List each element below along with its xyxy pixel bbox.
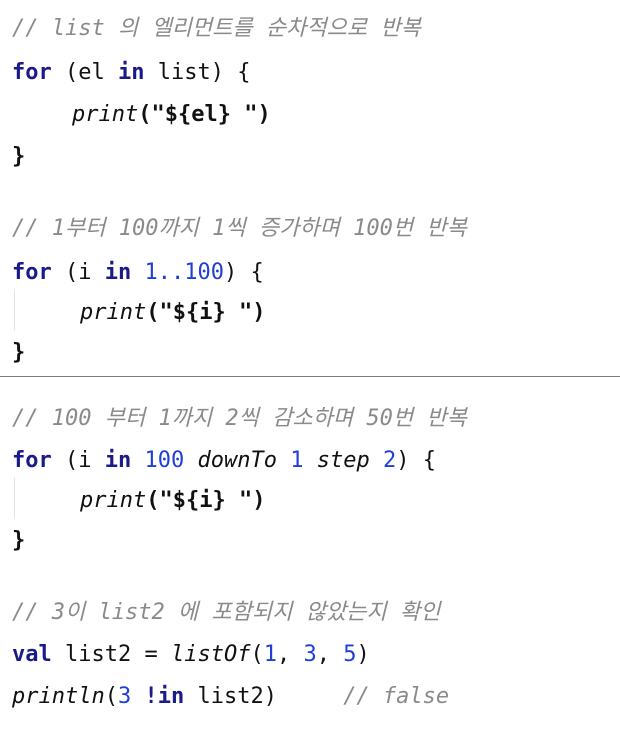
print-arg-open: (" bbox=[146, 488, 173, 513]
print-arg-open: (" bbox=[138, 102, 165, 127]
keyword-for: for bbox=[12, 448, 52, 473]
list-value-1: 1 bbox=[263, 642, 277, 667]
loop-rest: ) { bbox=[396, 448, 436, 473]
list-open: ( bbox=[250, 642, 264, 667]
keyword-val: val bbox=[12, 642, 52, 667]
comment-block2: // 1부터 100까지 1씩 증가하며 100번 반복 bbox=[12, 216, 467, 241]
print-function: print bbox=[80, 300, 147, 325]
not-in-operator: !in bbox=[144, 684, 185, 709]
for-loop-line-2: for (i in 1..100) { bbox=[12, 258, 264, 288]
println-function: println bbox=[12, 684, 105, 709]
for-loop-line-3: for (i in 100 downTo 1 step 2) { bbox=[12, 446, 436, 476]
template-expression: ${i} bbox=[172, 300, 226, 325]
loop-rest: ) { bbox=[223, 260, 264, 285]
paren-var: (i bbox=[65, 448, 92, 473]
print-line-1: print("${el} ") bbox=[72, 100, 271, 130]
list-sep-1: , bbox=[276, 642, 304, 667]
list-of-function: listOf bbox=[170, 642, 251, 667]
keyword-in: in bbox=[104, 448, 132, 473]
print-line-2: print("${i} ") bbox=[80, 298, 265, 328]
comment-block3: // 100 부터 1까지 2씩 감소하며 50번 반복 bbox=[12, 406, 467, 431]
println-open: ( bbox=[104, 684, 118, 709]
template-expression: ${el} bbox=[164, 102, 231, 127]
keyword-for: for bbox=[12, 260, 52, 285]
keyword-in: in bbox=[118, 60, 145, 85]
paren-var: (el bbox=[65, 60, 105, 85]
paren-var: (i bbox=[65, 260, 92, 285]
print-arg-close: ") bbox=[230, 102, 271, 127]
print-arg-open: (" bbox=[146, 300, 173, 325]
println-line: println(3 !in list2) // false bbox=[12, 682, 449, 712]
template-expression: ${i} bbox=[172, 488, 226, 513]
range-expression: 1..100 bbox=[144, 260, 224, 285]
section-divider bbox=[0, 376, 620, 377]
print-function: print bbox=[80, 488, 147, 513]
keyword-in: in bbox=[104, 260, 132, 285]
down-to-operator: downTo bbox=[197, 448, 277, 473]
indent-guide bbox=[14, 290, 15, 330]
code-screenshot: // list 의 엘리먼트를 순차적으로 반복 for (el in list… bbox=[0, 0, 620, 738]
step-value: 2 bbox=[382, 448, 397, 473]
comment-block4: // 3이 list2 에 포함되지 않았는지 확인 bbox=[12, 600, 441, 625]
list-value-3: 5 bbox=[343, 642, 357, 667]
range-start: 100 bbox=[144, 448, 185, 473]
print-arg-close: ") bbox=[225, 488, 266, 513]
loop-target: list) { bbox=[157, 60, 251, 85]
close-brace-1: } bbox=[12, 144, 26, 169]
println-rest: list2) bbox=[197, 684, 277, 709]
range-end: 1 bbox=[290, 448, 304, 473]
print-function: print bbox=[72, 102, 139, 127]
trailing-comment: // false bbox=[343, 684, 450, 709]
close-brace-3: } bbox=[12, 528, 26, 553]
comment-block1: // list 의 엘리먼트를 순차적으로 반복 bbox=[12, 16, 421, 41]
println-value: 3 bbox=[117, 684, 132, 709]
declaration: list2 = bbox=[65, 642, 158, 667]
list-close: ) bbox=[356, 642, 370, 667]
print-arg-close: ") bbox=[225, 300, 266, 325]
close-brace-2: } bbox=[12, 340, 26, 365]
keyword-for: for bbox=[12, 60, 52, 85]
list-value-2: 3 bbox=[303, 642, 317, 667]
print-line-3: print("${i} ") bbox=[80, 486, 265, 516]
for-loop-line-1: for (el in list) { bbox=[12, 58, 250, 88]
val-declaration-line: val list2 = listOf(1, 3, 5) bbox=[12, 640, 370, 670]
list-sep-2: , bbox=[316, 642, 344, 667]
step-operator: step bbox=[316, 448, 370, 473]
indent-guide bbox=[14, 478, 15, 518]
